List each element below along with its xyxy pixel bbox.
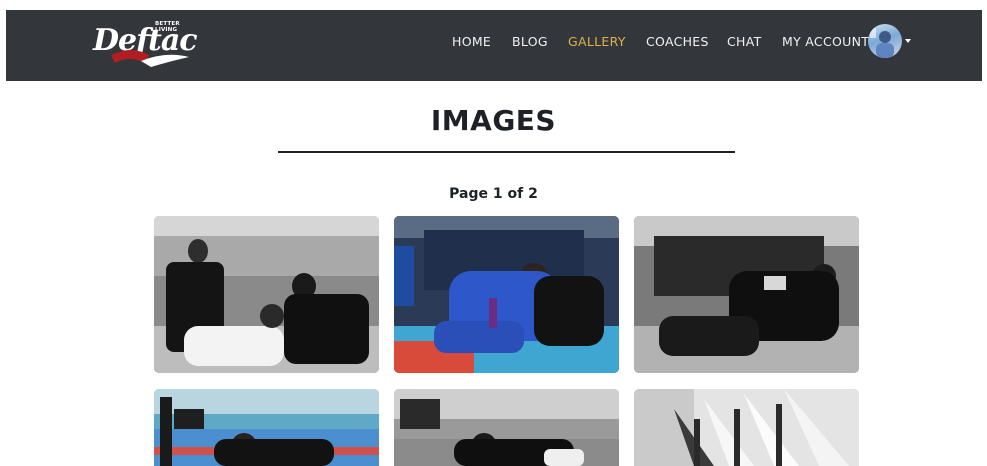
photo-grayscale-icon	[394, 389, 619, 466]
pagination-label: Page 1 of 2	[449, 186, 538, 202]
photo-color-icon	[394, 216, 619, 373]
photo-grayscale-icon	[634, 216, 859, 373]
nav-blog[interactable]: BLOG	[512, 34, 548, 49]
gallery-image-1[interactable]	[154, 216, 379, 373]
photo-color-icon	[154, 389, 379, 466]
account-caret-icon[interactable]	[905, 39, 911, 43]
gallery-image-6[interactable]	[634, 389, 859, 466]
gallery-image-5[interactable]	[394, 389, 619, 466]
avatar-photo-icon	[870, 28, 894, 58]
page-title: IMAGES	[430, 104, 557, 137]
navbar: BETTER LIVING Deftac HOME BLOG GALLERY C…	[6, 10, 982, 81]
gallery-image-3[interactable]	[634, 216, 859, 373]
photo-grayscale-icon	[154, 216, 379, 373]
title-divider	[278, 151, 735, 153]
nav-home[interactable]: HOME	[452, 34, 491, 49]
nav-gallery[interactable]: GALLERY	[568, 34, 626, 49]
photo-grayscale-icon	[634, 389, 859, 466]
nav-coaches[interactable]: COACHES	[646, 34, 709, 49]
gallery-image-2[interactable]	[394, 216, 619, 373]
brand-logo[interactable]: BETTER LIVING Deftac	[93, 17, 203, 73]
nav-my-account[interactable]: MY ACCOUNT	[782, 34, 869, 49]
gallery-image-4[interactable]	[154, 389, 379, 466]
nav-chat[interactable]: CHAT	[727, 34, 762, 49]
user-avatar[interactable]	[868, 24, 902, 58]
logo-swoosh-icon	[111, 50, 189, 67]
